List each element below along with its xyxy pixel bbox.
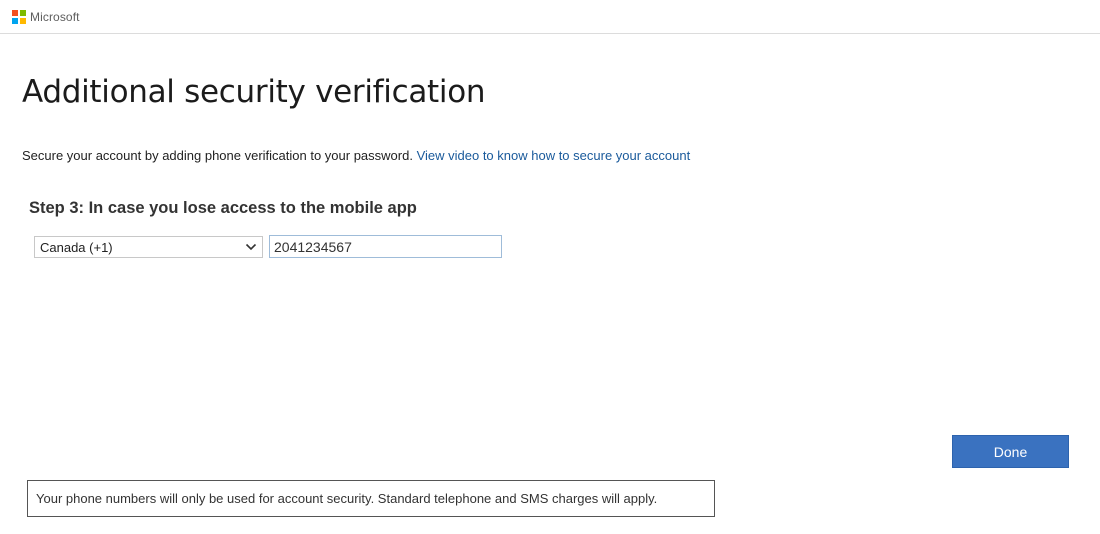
phone-usage-notice: Your phone numbers will only be used for… bbox=[27, 480, 715, 517]
page-title: Additional security verification bbox=[22, 74, 486, 110]
microsoft-logo-icon bbox=[12, 10, 26, 24]
view-video-link[interactable]: View video to know how to secure your ac… bbox=[417, 148, 691, 163]
logo-square-red bbox=[12, 10, 18, 16]
brand-name: Microsoft bbox=[30, 10, 80, 24]
logo-square-yellow bbox=[20, 18, 26, 24]
done-button[interactable]: Done bbox=[952, 435, 1069, 468]
top-bar: Microsoft bbox=[0, 0, 1100, 34]
country-select[interactable]: Canada (+1) bbox=[34, 236, 263, 258]
country-select-value: Canada (+1) bbox=[40, 240, 113, 255]
step-heading: Step 3: In case you lose access to the m… bbox=[29, 199, 417, 217]
microsoft-brand: Microsoft bbox=[12, 10, 80, 24]
intro-description: Secure your account by adding phone veri… bbox=[22, 148, 417, 163]
logo-square-blue bbox=[12, 18, 18, 24]
chevron-down-icon bbox=[245, 243, 257, 251]
phone-number-input[interactable] bbox=[269, 235, 502, 258]
logo-square-green bbox=[20, 10, 26, 16]
intro-text: Secure your account by adding phone veri… bbox=[22, 148, 690, 163]
